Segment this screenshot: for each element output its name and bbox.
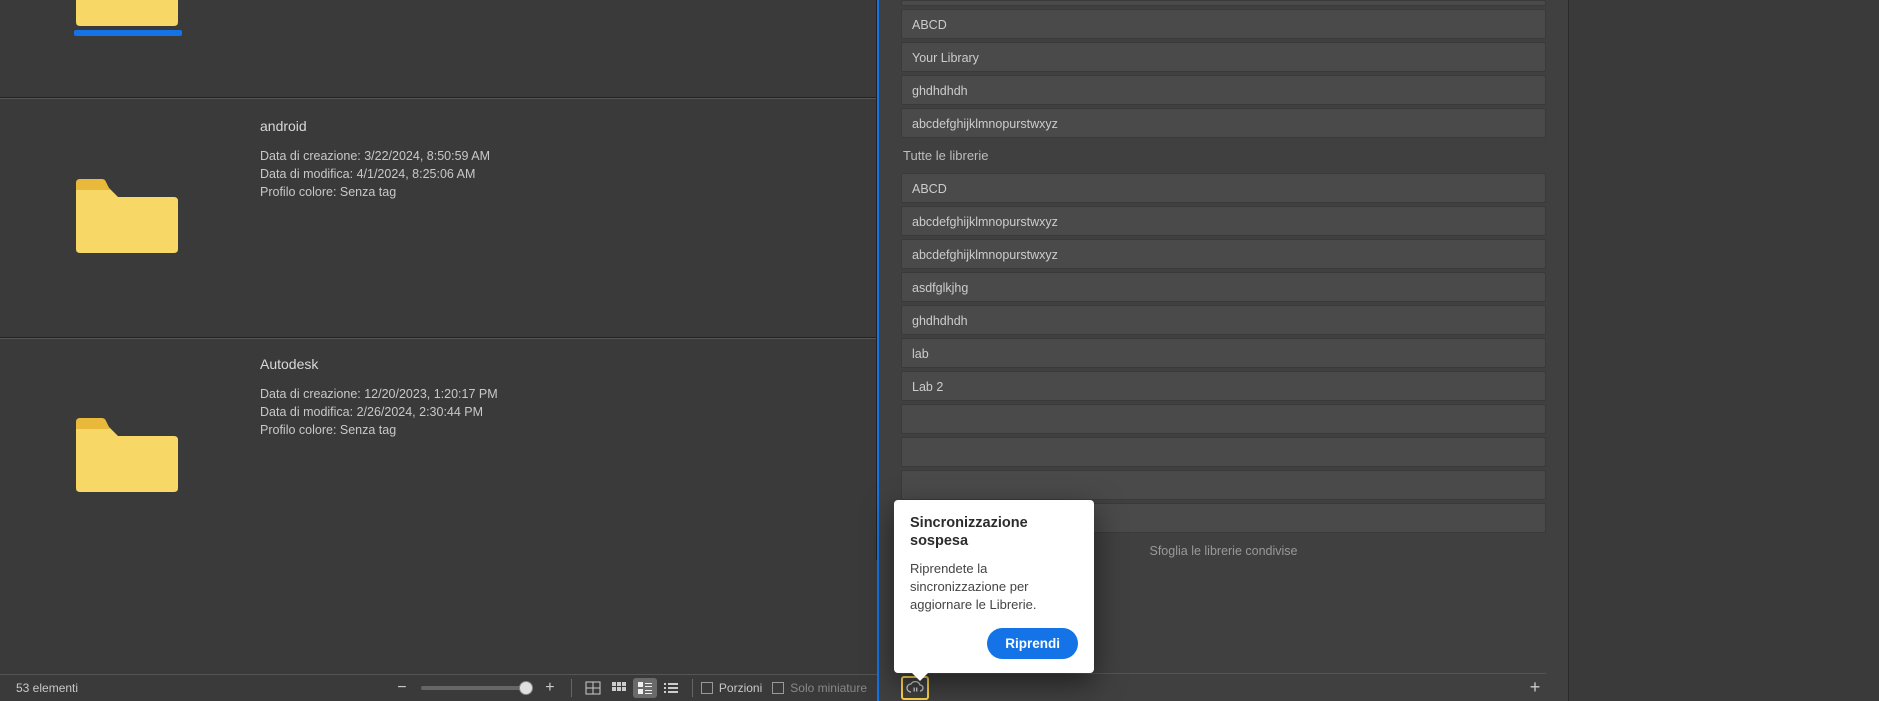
add-library-button[interactable]: + bbox=[1524, 677, 1546, 699]
zoom-thumb[interactable] bbox=[519, 681, 533, 695]
library-item[interactable]: abcdefghijklmnopurstwxyz bbox=[901, 108, 1546, 138]
file-item[interactable] bbox=[0, 0, 876, 98]
checkbox-icon bbox=[772, 682, 784, 694]
library-item[interactable]: abcdefghijklmnopurstwxyz bbox=[901, 239, 1546, 269]
popover-body: Riprendete la sincronizzazione per aggio… bbox=[910, 560, 1078, 614]
cloud-pause-icon bbox=[906, 681, 924, 695]
library-item[interactable]: ABCD bbox=[901, 9, 1546, 39]
right-sidebar bbox=[1568, 0, 1879, 701]
item-count: 53 elementi bbox=[16, 681, 78, 695]
library-item[interactable]: asdfglkjhg bbox=[901, 272, 1546, 302]
file-details: Data di creazione: 12/20/2023, 1:20:17 P… bbox=[260, 385, 498, 439]
divider bbox=[571, 679, 572, 697]
zoom-slider[interactable] bbox=[421, 686, 531, 690]
library-item[interactable] bbox=[901, 437, 1546, 467]
porzioni-label: Porzioni bbox=[719, 681, 762, 695]
sync-paused-popover: Sincronizzazione sospesa Riprendete la s… bbox=[894, 500, 1094, 673]
detail-view-button[interactable] bbox=[633, 678, 657, 698]
library-item[interactable]: ghdhdhdh bbox=[901, 305, 1546, 335]
library-item[interactable] bbox=[901, 0, 1546, 6]
zoom-in-button[interactable]: + bbox=[541, 679, 559, 697]
folder-icon bbox=[76, 414, 178, 492]
grid-large-view-button[interactable] bbox=[581, 678, 605, 698]
popover-title: Sincronizzazione sospesa bbox=[910, 514, 1078, 550]
content-browser: android Data di creazione: 3/22/2024, 8:… bbox=[0, 0, 877, 560]
library-item[interactable] bbox=[901, 470, 1546, 500]
divider bbox=[692, 679, 693, 697]
libraries-footer: + bbox=[901, 673, 1546, 701]
libraries-section-header: Tutte le librerie bbox=[901, 141, 1546, 171]
porzioni-toggle[interactable]: Porzioni bbox=[701, 681, 772, 695]
folder-icon bbox=[76, 175, 178, 253]
status-bar: 53 elementi − + Porzioni Solo miniature bbox=[0, 674, 877, 701]
selection-indicator bbox=[74, 30, 182, 36]
library-item[interactable] bbox=[901, 404, 1546, 434]
grid-small-view-button[interactable] bbox=[607, 678, 631, 698]
library-item[interactable]: ABCD bbox=[901, 173, 1546, 203]
library-item[interactable]: Your Library bbox=[901, 42, 1546, 72]
library-item[interactable]: lab bbox=[901, 338, 1546, 368]
list-view-button[interactable] bbox=[659, 678, 683, 698]
file-details: Data di creazione: 3/22/2024, 8:50:59 AM… bbox=[260, 147, 490, 201]
folder-icon bbox=[76, 0, 178, 26]
zoom-out-button[interactable]: − bbox=[393, 679, 411, 697]
file-name: android bbox=[260, 117, 307, 135]
solo-miniature-label: Solo miniature bbox=[790, 681, 867, 695]
checkbox-icon bbox=[701, 682, 713, 694]
library-item[interactable]: abcdefghijklmnopurstwxyz bbox=[901, 206, 1546, 236]
resume-sync-button[interactable]: Riprendi bbox=[987, 628, 1078, 659]
library-item[interactable]: ghdhdhdh bbox=[901, 75, 1546, 105]
library-item[interactable]: Lab 2 bbox=[901, 371, 1546, 401]
solo-miniature-toggle[interactable]: Solo miniature bbox=[772, 681, 877, 695]
file-name: Autodesk bbox=[260, 355, 318, 373]
